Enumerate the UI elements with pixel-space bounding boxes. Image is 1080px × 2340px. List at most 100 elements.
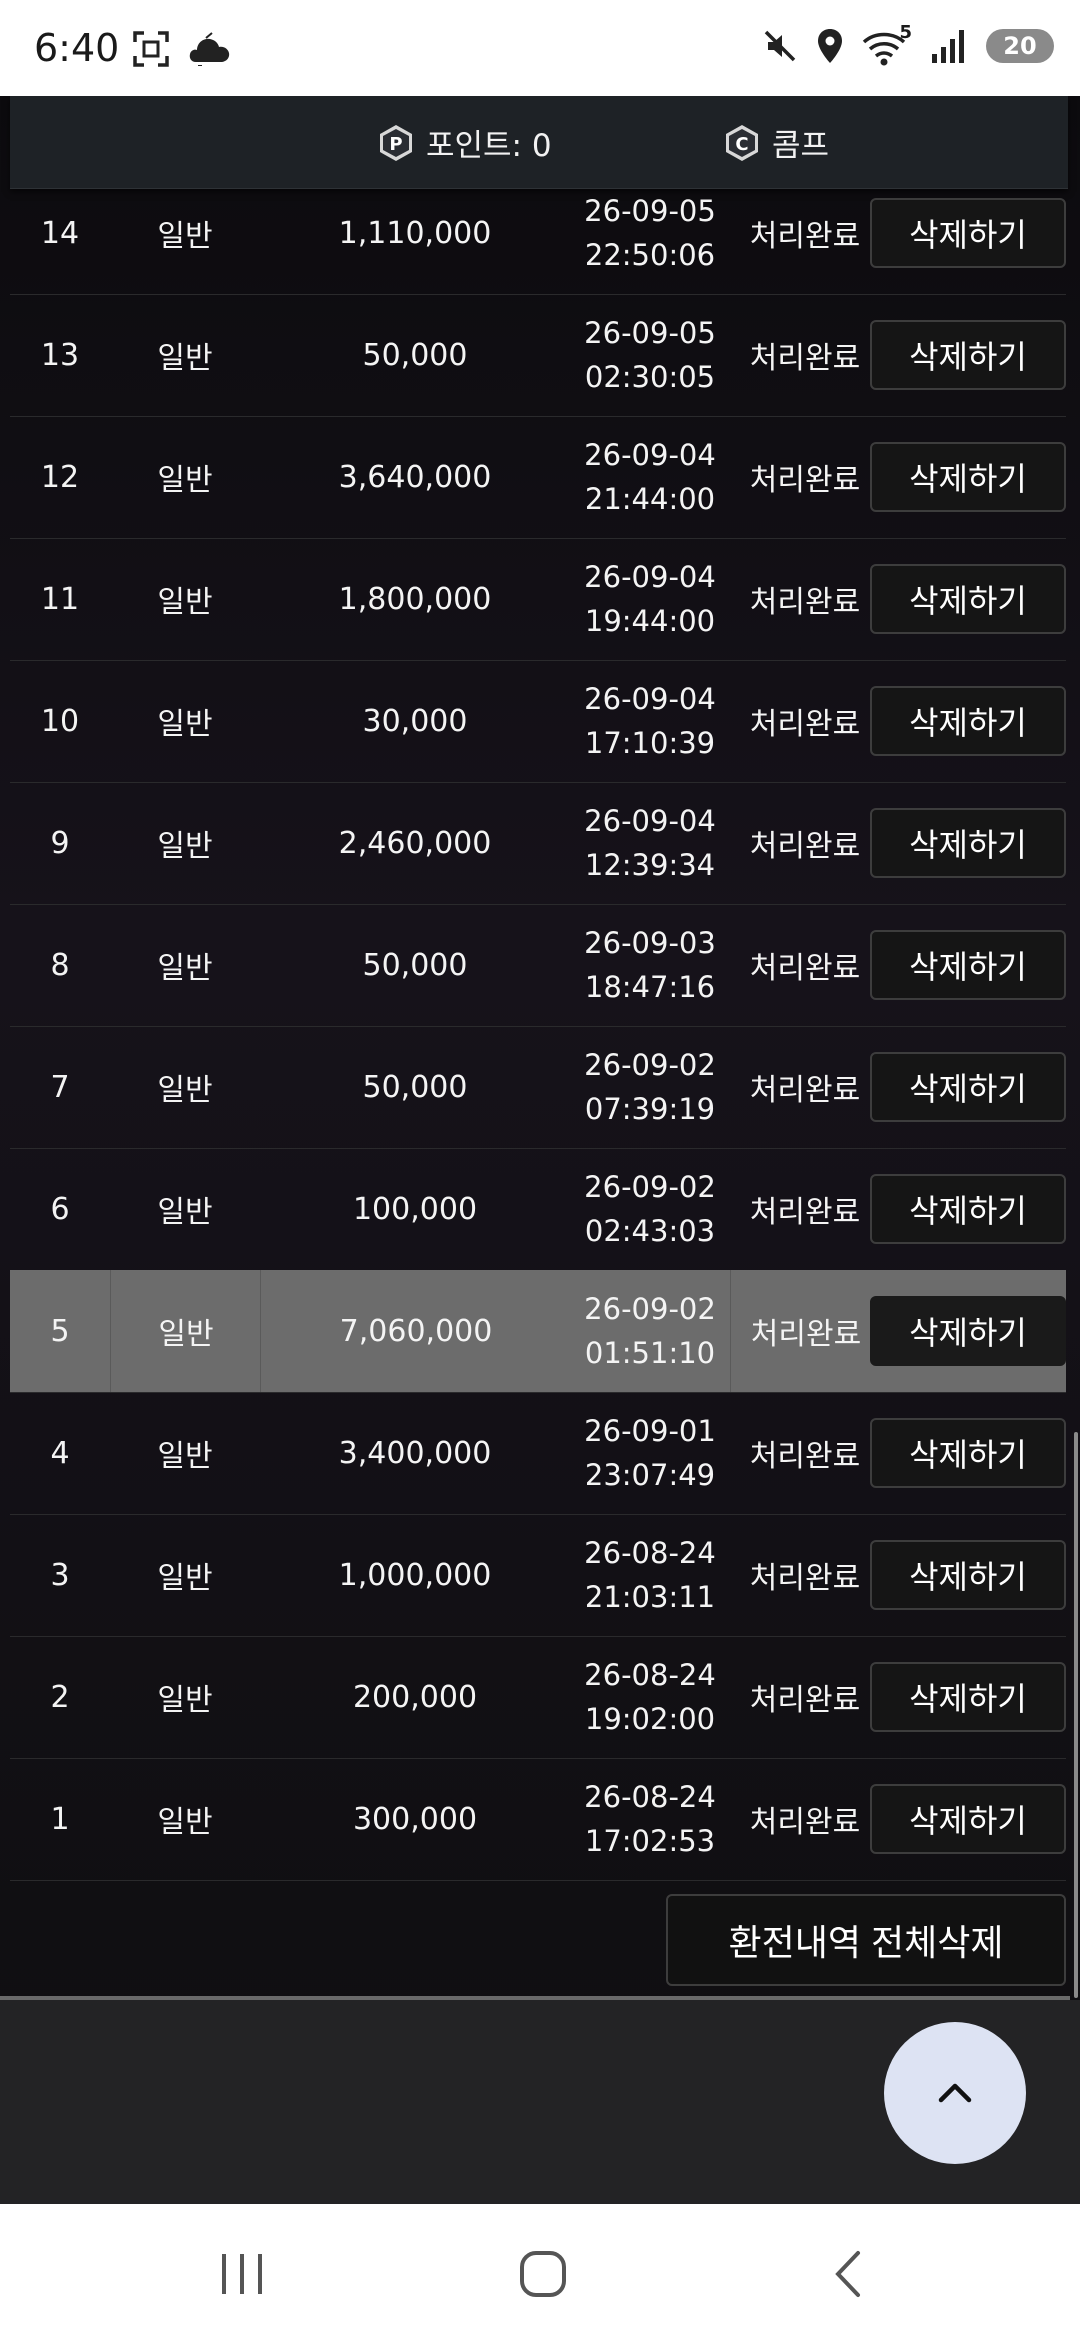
row-status: 처리완료: [749, 1439, 861, 1474]
table-row[interactable]: 1 일반 300,000 26-08-24 17:02:53 처리완료 삭제하기: [10, 1758, 1066, 1881]
delete-row-button[interactable]: 삭제하기: [870, 1174, 1066, 1244]
table-row[interactable]: 8 일반 50,000 26-09-03 18:47:16 처리완료 삭제하기: [10, 904, 1066, 1027]
table-row[interactable]: 11 일반 1,800,000 26-09-04 19:44:00 처리완료 삭제하기: [10, 538, 1066, 661]
recents-button[interactable]: [202, 2244, 282, 2304]
row-datetime: 26-09-05 22:50:06: [570, 172, 730, 294]
row-amount: 200,000: [352, 1679, 478, 1715]
row-number: 4: [50, 1435, 70, 1471]
row-datetime: 26-09-02 07:39:19: [570, 1026, 730, 1148]
row-number: 14: [40, 215, 80, 251]
scroll-to-top-button[interactable]: [884, 2022, 1026, 2164]
row-datetime: 26-08-24 19:02:00: [570, 1636, 730, 1758]
row-status: 처리완료: [749, 951, 861, 986]
row-amount: 50,000: [362, 337, 468, 373]
row-date: 26-09-02: [584, 1292, 716, 1326]
table-row[interactable]: 4 일반 3,400,000 26-09-01 23:07:49 처리완료 삭제하기: [10, 1392, 1066, 1515]
row-type: 일반: [157, 1683, 213, 1718]
table-row[interactable]: 7 일반 50,000 26-09-02 07:39:19 처리완료 삭제하기: [10, 1026, 1066, 1149]
row-time: 22:50:06: [584, 238, 716, 272]
row-type: 일반: [157, 1561, 213, 1596]
row-amount: 7,060,000: [260, 1270, 571, 1392]
row-datetime: 26-08-24 17:02:53: [570, 1758, 730, 1880]
table-row[interactable]: 10 일반 30,000 26-09-04 17:10:39 처리완료 삭제하기: [10, 660, 1066, 783]
row-number: 11: [40, 581, 80, 617]
row-type: 일반: [157, 585, 213, 620]
delete-row-button[interactable]: 삭제하기: [870, 686, 1066, 756]
cloud-icon: [189, 32, 230, 66]
row-date: 26-08-24: [584, 1780, 716, 1814]
row-date: 26-09-05: [584, 316, 716, 350]
svg-text:P: P: [389, 134, 402, 155]
row-number: 12: [40, 459, 80, 495]
delete-row-button[interactable]: 삭제하기: [870, 442, 1066, 512]
delete-row-button[interactable]: 삭제하기: [870, 1296, 1066, 1366]
battery-indicator: 20: [986, 29, 1054, 63]
table-row[interactable]: 6 일반 100,000 26-09-02 02:43:03 처리완료 삭제하기: [10, 1148, 1066, 1271]
row-number: 7: [50, 1069, 70, 1105]
delete-row-button[interactable]: 삭제하기: [870, 1540, 1066, 1610]
delete-row-button[interactable]: 삭제하기: [870, 320, 1066, 390]
home-icon: [520, 2251, 566, 2297]
row-status: 처리완료: [749, 1561, 861, 1596]
row-datetime: 26-09-02 02:43:03: [570, 1148, 730, 1270]
row-datetime: 26-09-02 01:51:10: [570, 1270, 730, 1392]
delete-row-button[interactable]: 삭제하기: [870, 1418, 1066, 1488]
home-button[interactable]: [503, 2244, 583, 2304]
row-time: 19:02:00: [584, 1702, 716, 1736]
row-amount: 50,000: [362, 1069, 468, 1105]
row-date: 26-09-01: [584, 1414, 716, 1448]
row-time: 02:30:05: [584, 360, 716, 394]
row-time: 07:39:19: [584, 1092, 716, 1126]
points-header: P 포인트: 0 C 콤프: [10, 96, 1068, 189]
delete-row-button[interactable]: 삭제하기: [870, 1784, 1066, 1854]
delete-row-button[interactable]: 삭제하기: [870, 1052, 1066, 1122]
table-row[interactable]: 13 일반 50,000 26-09-05 02:30:05 처리완료 삭제하기: [10, 294, 1066, 417]
row-type: 일반: [157, 1439, 213, 1474]
points-display[interactable]: P 포인트: 0: [376, 120, 552, 165]
row-amount: 1,800,000: [338, 581, 492, 617]
points-label: 포인트: 0: [426, 128, 552, 164]
table-row[interactable]: 9 일반 2,460,000 26-09-04 12:39:34 처리완료 삭제하기: [10, 782, 1066, 905]
row-amount: 3,640,000: [338, 459, 492, 495]
delete-row-button[interactable]: 삭제하기: [870, 198, 1066, 268]
row-type: 일반: [110, 1270, 261, 1392]
row-status: 처리완료: [730, 1270, 881, 1392]
point-icon: P: [380, 124, 412, 161]
row-datetime: 26-09-04 21:44:00: [570, 416, 730, 538]
delete-all-history-button[interactable]: 환전내역 전체삭제: [666, 1894, 1066, 1986]
row-amount: 300,000: [352, 1801, 478, 1837]
row-time: 01:51:10: [584, 1336, 716, 1370]
row-time: 19:44:00: [584, 604, 716, 638]
delete-row-button[interactable]: 삭제하기: [870, 930, 1066, 1000]
row-date: 26-08-24: [584, 1658, 716, 1692]
signal-icon: [932, 30, 964, 63]
table-row[interactable]: 12 일반 3,640,000 26-09-04 21:44:00 처리완료 삭제하기: [10, 416, 1066, 539]
row-time: 12:39:34: [584, 848, 716, 882]
back-button[interactable]: [808, 2244, 888, 2304]
row-type: 일반: [157, 341, 213, 376]
row-number: 10: [40, 703, 80, 739]
row-number: 8: [50, 947, 70, 983]
row-status: 처리완료: [749, 341, 861, 376]
row-date: 26-09-04: [584, 438, 716, 472]
comp-label: 콤프: [772, 128, 830, 164]
scrollbar[interactable]: [1074, 1432, 1078, 1998]
delete-row-button[interactable]: 삭제하기: [870, 808, 1066, 878]
row-number: 9: [50, 825, 70, 861]
mute-icon: [764, 30, 796, 62]
comp-display[interactable]: C 콤프: [722, 120, 829, 165]
status-bar: 6:40 5 20: [0, 0, 1080, 96]
status-time: 6:40: [34, 26, 120, 70]
system-navigation-bar: [0, 2204, 1080, 2340]
delete-row-button[interactable]: 삭제하기: [870, 1662, 1066, 1732]
row-type: 일반: [157, 829, 213, 864]
delete-row-button[interactable]: 삭제하기: [870, 564, 1066, 634]
row-time: 23:07:49: [584, 1458, 716, 1492]
wifi-badge: 5: [899, 22, 912, 43]
row-date: 26-09-05: [584, 194, 716, 228]
table-row[interactable]: 2 일반 200,000 26-08-24 19:02:00 처리완료 삭제하기: [10, 1636, 1066, 1759]
row-status: 처리완료: [749, 219, 861, 254]
table-row[interactable]: 3 일반 1,000,000 26-08-24 21:03:11 처리완료 삭제하기: [10, 1514, 1066, 1637]
table-row[interactable]: 14 일반 1,110,000 26-09-05 22:50:06 처리완료 삭제하기: [10, 172, 1066, 295]
table-row[interactable]: 5 일반 7,060,000 26-09-02 01:51:10 처리완료 삭제하기: [10, 1270, 1066, 1393]
